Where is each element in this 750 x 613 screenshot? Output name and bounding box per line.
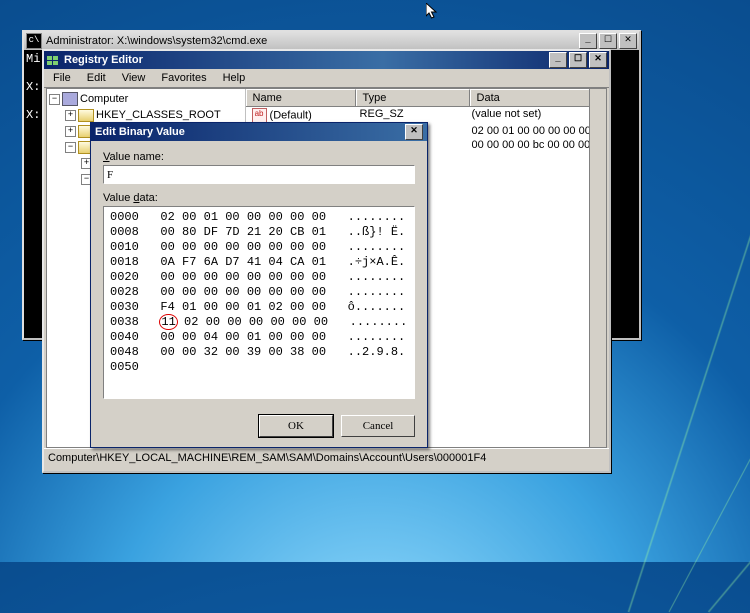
ok-button[interactable]: OK [259, 415, 333, 437]
cancel-button[interactable]: Cancel [341, 415, 415, 437]
expand-icon[interactable]: + [65, 126, 76, 137]
value-data-label: Value data: [103, 192, 415, 204]
cursor-arrow-icon [426, 3, 438, 21]
wallpaper-ray [668, 241, 750, 613]
folder-icon [78, 109, 94, 122]
menu-edit[interactable]: Edit [80, 71, 113, 85]
menu-help[interactable]: Help [216, 71, 253, 85]
computer-icon [62, 92, 78, 106]
list-header: Name Type Data [246, 89, 606, 107]
collapse-icon[interactable]: − [65, 142, 76, 153]
cmd-titlebar[interactable]: c\ Administrator: X:\windows\system32\cm… [24, 32, 639, 50]
value-name-label: Value name: [103, 151, 415, 163]
wallpaper-ray [627, 231, 750, 612]
dialog-titlebar[interactable]: Edit Binary Value ✕ [91, 123, 427, 141]
col-type[interactable]: Type [356, 89, 470, 106]
minimize-button[interactable]: _ [549, 52, 567, 68]
maximize-button[interactable]: ☐ [569, 52, 587, 68]
tree-row: −Computer [49, 91, 243, 107]
tree-row: +HKEY_CLASSES_ROOT [49, 107, 243, 123]
status-bar: Computer\HKEY_LOCAL_MACHINE\REM_SAM\SAM\… [44, 448, 609, 471]
scrollbar[interactable] [589, 89, 606, 447]
close-button[interactable]: ✕ [405, 124, 423, 140]
string-value-icon: ab [252, 108, 267, 123]
expand-icon[interactable]: + [65, 110, 76, 121]
regedit-title-text: Registry Editor [64, 54, 143, 66]
menu-favorites[interactable]: Favorites [154, 71, 213, 85]
col-name[interactable]: Name [246, 89, 356, 106]
regedit-titlebar[interactable]: Registry Editor _ ☐ ✕ [44, 51, 609, 69]
close-button[interactable]: ✕ [619, 33, 637, 49]
value-name-input[interactable] [103, 165, 415, 184]
close-button[interactable]: ✕ [589, 52, 607, 68]
maximize-button[interactable]: ☐ [599, 33, 617, 49]
cmd-title-text: Administrator: X:\windows\system32\cmd.e… [46, 35, 267, 47]
minimize-button[interactable]: _ [579, 33, 597, 49]
hex-editor[interactable]: 0000 02 00 01 00 00 00 00 00 ........000… [103, 206, 415, 399]
wallpaper-ray [707, 320, 750, 613]
col-data[interactable]: Data [470, 89, 606, 106]
regedit-icon [46, 53, 60, 67]
menu-view[interactable]: View [115, 71, 153, 85]
menu-file[interactable]: File [46, 71, 78, 85]
collapse-icon[interactable]: − [49, 94, 60, 105]
cmd-icon: c\ [26, 33, 42, 49]
edit-binary-dialog: Edit Binary Value ✕ Value name: Value da… [90, 122, 428, 448]
dialog-title-text: Edit Binary Value [95, 126, 185, 138]
regedit-menubar: File Edit View Favorites Help [44, 69, 609, 88]
